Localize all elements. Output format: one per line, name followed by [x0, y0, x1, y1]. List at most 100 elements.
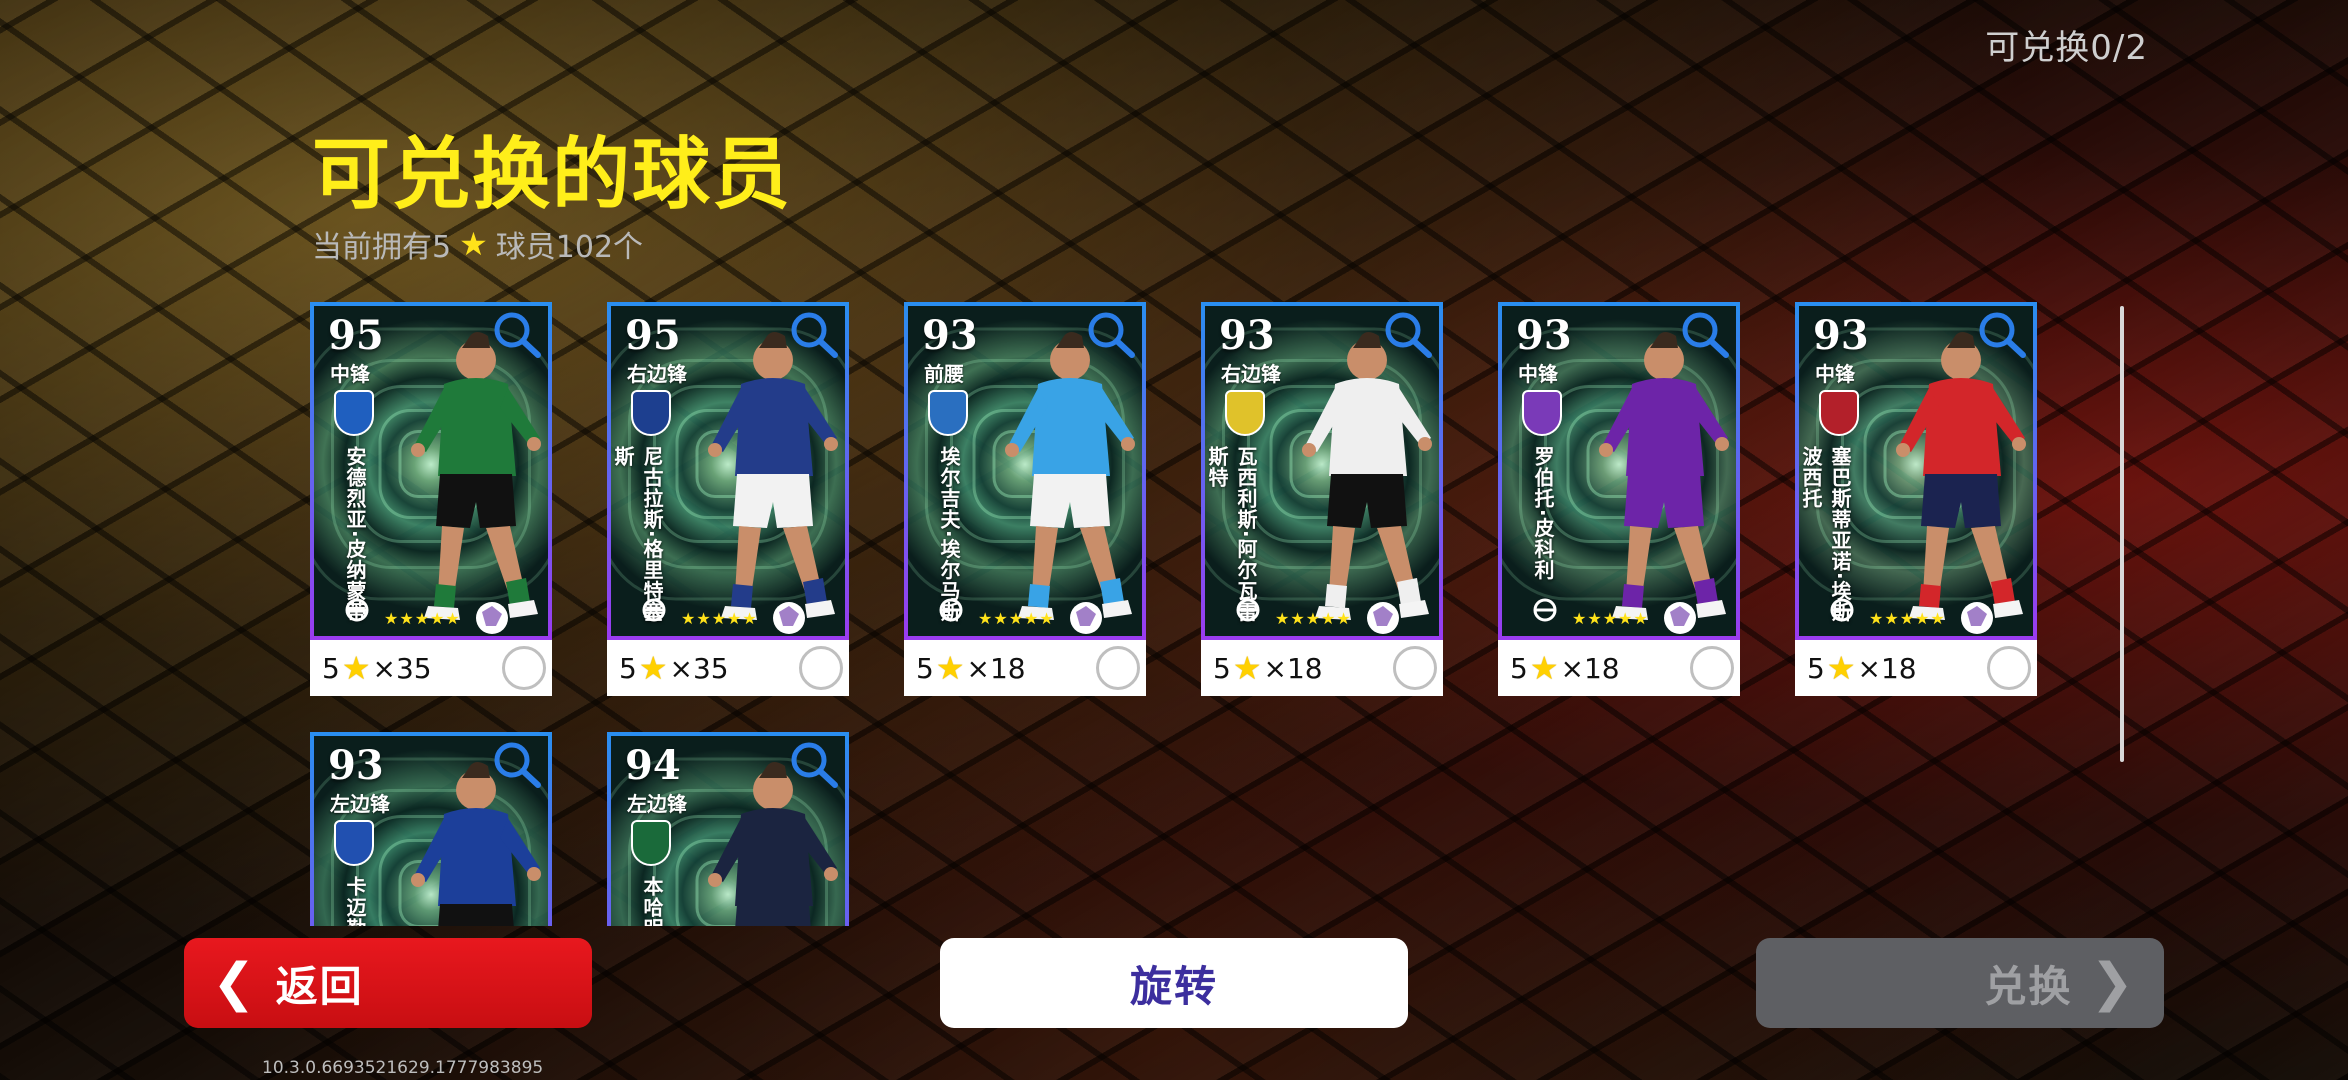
- cost-multiplier: ×18: [1263, 651, 1323, 685]
- player-card[interactable]: 93 中锋 塞巴斯蒂亚诺·埃斯波西托 ★★★★★ 5 ★ ×18: [1795, 302, 2037, 696]
- owned-count-subtitle: 当前拥有5 ★ 球员102个: [312, 222, 643, 266]
- magnifier-icon[interactable]: [1973, 308, 2029, 360]
- player-card-art[interactable]: 93 中锋 罗伯托·皮科利 ★★★★★: [1498, 302, 1740, 640]
- cost-multiplier: ×18: [1857, 651, 1917, 685]
- exchange-cost: 5 ★ ×35: [619, 649, 729, 687]
- chevron-left-icon: ❮: [212, 953, 258, 1013]
- player-card[interactable]: 93 右边锋 瓦西利斯·阿尔瓦雷斯特 ★★★★★ 5 ★ ×18: [1201, 302, 1443, 696]
- star-icon: ★: [638, 649, 668, 687]
- star-icon: ★: [1529, 649, 1559, 687]
- player-card[interactable]: 95 右边锋 尼古拉斯·格里特塞斯 ★★★★★ 5 ★ ×35: [607, 302, 849, 696]
- select-checkbox[interactable]: [1690, 646, 1734, 690]
- player-position: 中锋: [1518, 362, 1558, 386]
- player-card[interactable]: 93 左边锋 卡迈勒· ★★★★★ 5 ★ ×18: [310, 732, 552, 926]
- player-name: 安德烈亚·皮纳蒙蒂: [343, 446, 367, 623]
- club-badge-icon: [1522, 390, 1562, 436]
- club-badge-icon: [1819, 390, 1859, 436]
- player-card[interactable]: 93 中锋 罗伯托·皮科利 ★★★★★ 5 ★ ×18: [1498, 302, 1740, 696]
- player-card-art[interactable]: 93 左边锋 卡迈勒· ★★★★★: [310, 732, 552, 926]
- select-checkbox[interactable]: [502, 646, 546, 690]
- select-checkbox[interactable]: [1987, 646, 2031, 690]
- card-footer[interactable]: 5 ★ ×18: [904, 640, 1146, 696]
- card-footer[interactable]: 5 ★ ×18: [1201, 640, 1443, 696]
- player-rating: 94: [625, 742, 681, 789]
- player-card-art[interactable]: 95 中锋 安德烈亚·皮纳蒙蒂 ★★★★★: [310, 302, 552, 640]
- player-image: [1896, 332, 2026, 634]
- club-badge-icon: [928, 390, 968, 436]
- star-icon: ★: [341, 649, 371, 687]
- player-image: [1005, 332, 1135, 634]
- star-icon: ★: [1232, 649, 1262, 687]
- player-card-art[interactable]: 95 右边锋 尼古拉斯·格里特塞斯 ★★★★★: [607, 302, 849, 640]
- magnifier-icon[interactable]: [785, 308, 841, 360]
- exchange-cost: 5 ★ ×18: [1213, 649, 1323, 687]
- player-name: 卡迈勒·: [343, 876, 367, 926]
- back-button[interactable]: ❮ 返回: [184, 938, 592, 1028]
- efootball-logo-icon: [1830, 598, 1854, 622]
- player-position: 右边锋: [627, 362, 687, 386]
- card-footer[interactable]: 5 ★ ×18: [1498, 640, 1740, 696]
- magnifier-icon[interactable]: [1379, 308, 1435, 360]
- cost-multiplier: ×18: [966, 651, 1026, 685]
- magnifier-icon[interactable]: [1676, 308, 1732, 360]
- player-card-art[interactable]: 93 右边锋 瓦西利斯·阿尔瓦雷斯特 ★★★★★: [1201, 302, 1443, 640]
- player-rating: 93: [1813, 312, 1869, 359]
- exchange-button-label: 兑换: [1984, 961, 2073, 1011]
- select-checkbox[interactable]: [1393, 646, 1437, 690]
- magnifier-icon[interactable]: [488, 308, 544, 360]
- player-image: [1599, 332, 1729, 634]
- exchange-cost: 5 ★ ×18: [916, 649, 1026, 687]
- player-card[interactable]: 93 前腰 埃尔吉夫·埃尔马斯 ★★★★★ 5 ★ ×18: [904, 302, 1146, 696]
- card-footer[interactable]: 5 ★ ×35: [607, 640, 849, 696]
- card-rarity-stars: ★★★★★: [1869, 609, 1946, 628]
- efootball-logo-icon: [345, 598, 369, 622]
- player-position: 左边锋: [627, 792, 687, 816]
- rotate-button[interactable]: 旋转: [940, 938, 1408, 1028]
- club-badge-icon: [631, 390, 671, 436]
- card-rarity-stars: ★★★★★: [1572, 609, 1649, 628]
- star-icon: ★: [935, 649, 965, 687]
- player-position: 左边锋: [330, 792, 390, 816]
- player-name: 埃尔吉夫·埃尔马斯: [937, 446, 961, 623]
- magnifier-icon[interactable]: [1082, 308, 1138, 360]
- version-text: 10.3.0.6693521629.1777983895: [262, 1058, 544, 1078]
- card-rarity-stars: ★★★★★: [1275, 609, 1352, 628]
- card-footer[interactable]: 5 ★ ×35: [310, 640, 552, 696]
- cost-star-count: 5: [1807, 651, 1825, 685]
- player-rating: 95: [328, 312, 384, 359]
- cost-multiplier: ×35: [669, 651, 729, 685]
- player-card-art[interactable]: 93 前腰 埃尔吉夫·埃尔马斯 ★★★★★: [904, 302, 1146, 640]
- magnifier-icon[interactable]: [488, 738, 544, 790]
- scrollbar[interactable]: [2120, 306, 2124, 762]
- player-card-grid[interactable]: 95 中锋 安德烈亚·皮纳蒙蒂 ★★★★★ 5 ★ ×35 95 右边锋 尼古拉…: [310, 302, 2050, 926]
- cost-star-count: 5: [916, 651, 934, 685]
- player-position: 右边锋: [1221, 362, 1281, 386]
- efootball-logo-icon: [1533, 598, 1557, 622]
- player-image: [411, 332, 541, 634]
- player-image: [708, 332, 838, 634]
- player-card-art[interactable]: 93 中锋 塞巴斯蒂亚诺·埃斯波西托 ★★★★★: [1795, 302, 2037, 640]
- player-image: [1302, 332, 1432, 634]
- exchange-button[interactable]: 兑换 ❯: [1756, 938, 2164, 1028]
- card-rarity-stars: ★★★★★: [384, 609, 461, 628]
- player-rating: 93: [328, 742, 384, 789]
- back-button-label: 返回: [275, 961, 364, 1011]
- cost-star-count: 5: [1213, 651, 1231, 685]
- exchange-cost: 5 ★ ×35: [322, 649, 432, 687]
- cost-multiplier: ×35: [372, 651, 432, 685]
- select-checkbox[interactable]: [1096, 646, 1140, 690]
- cost-star-count: 5: [619, 651, 637, 685]
- efootball-logo-icon: [642, 598, 666, 622]
- player-card[interactable]: 95 中锋 安德烈亚·皮纳蒙蒂 ★★★★★ 5 ★ ×35: [310, 302, 552, 696]
- select-checkbox[interactable]: [799, 646, 843, 690]
- subtitle-prefix: 当前拥有5: [312, 230, 452, 265]
- magnifier-icon[interactable]: [785, 738, 841, 790]
- card-footer[interactable]: 5 ★ ×18: [1795, 640, 2037, 696]
- player-position: 中锋: [330, 362, 370, 386]
- player-card[interactable]: 94 左边锋 本哈明· ★★★★★ 5 ★ ×18: [607, 732, 849, 926]
- player-rating: 93: [1516, 312, 1572, 359]
- chevron-right-icon: ❯: [2090, 953, 2136, 1013]
- player-card-art[interactable]: 94 左边锋 本哈明· ★★★★★: [607, 732, 849, 926]
- star-icon: ★: [1826, 649, 1856, 687]
- rotate-button-label: 旋转: [1129, 961, 1218, 1011]
